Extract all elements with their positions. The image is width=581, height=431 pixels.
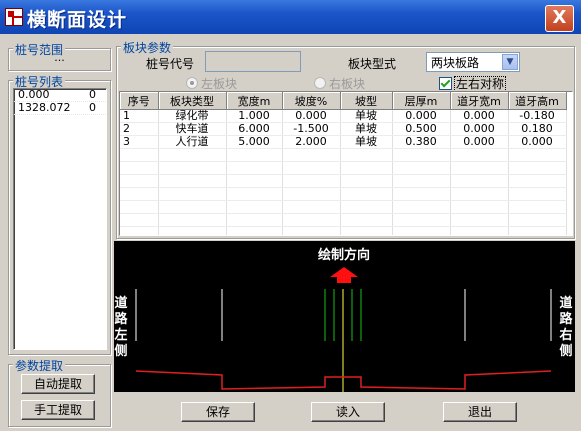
- table-row[interactable]: [120, 200, 567, 214]
- stake-code-label: 桩号代号: [146, 57, 195, 71]
- table-cell[interactable]: 5.000: [226, 135, 283, 149]
- stake-range-value: ...: [54, 51, 65, 64]
- table-row[interactable]: [120, 148, 567, 162]
- table-cell[interactable]: 2: [120, 122, 159, 136]
- table-row[interactable]: [120, 174, 567, 188]
- right-block-radio[interactable]: 右板块: [314, 75, 365, 92]
- table-cell[interactable]: 1.000: [226, 109, 283, 123]
- block-type-label: 板块型式: [348, 57, 397, 71]
- column-header[interactable]: 坡度%: [282, 92, 341, 110]
- right-side-char: 路: [559, 311, 573, 327]
- title-bar[interactable]: 横断面设计 X: [0, 0, 581, 34]
- block-type-value: 两块板路: [431, 56, 480, 70]
- left-side-char: 路: [114, 311, 128, 327]
- table-cell[interactable]: 6.000: [226, 122, 283, 136]
- app-icon: [5, 8, 23, 26]
- column-header[interactable]: 坡型: [340, 92, 393, 110]
- block-table-grid: 序号 板块类型 宽度m 坡度% 坡型 层厚m 道牙宽m 道牙高m 1 绿化带 1…: [120, 92, 567, 235]
- chevron-down-icon[interactable]: ▼: [502, 54, 518, 70]
- stake-value: 0: [89, 101, 96, 114]
- direction-label: 绘制方向: [318, 247, 370, 263]
- read-button[interactable]: 读入: [311, 402, 385, 422]
- left-side-char: 道: [114, 295, 127, 311]
- radio-dot-icon: [186, 77, 198, 89]
- column-header[interactable]: 板块类型: [158, 92, 227, 110]
- table-row[interactable]: [120, 213, 567, 227]
- table-cell[interactable]: 2.000: [282, 135, 341, 149]
- direction-arrow-icon: [330, 267, 358, 283]
- symmetric-label: 左右对称: [454, 76, 507, 92]
- table-cell[interactable]: 0.000: [282, 109, 341, 123]
- table-cell[interactable]: 单坡: [340, 135, 393, 149]
- window-title: 横断面设计: [27, 9, 128, 31]
- column-header[interactable]: 道牙高m: [508, 92, 567, 110]
- table-cell[interactable]: 0.380: [392, 135, 451, 149]
- column-header[interactable]: 道牙宽m: [450, 92, 509, 110]
- stake-value: 0: [89, 88, 96, 101]
- save-button[interactable]: 保存: [181, 402, 255, 422]
- table-header-row: 序号 板块类型 宽度m 坡度% 坡型 层厚m 道牙宽m 道牙高m: [120, 92, 567, 110]
- stake-list[interactable]: 0.000 0 1328.072 0: [13, 88, 107, 350]
- table-row[interactable]: 2 快车道 6.000 -1.500 单坡 0.500 0.000 0.180: [120, 122, 567, 136]
- exit-button[interactable]: 退出: [443, 402, 517, 422]
- table-cell[interactable]: 0.180: [508, 122, 567, 136]
- table-cell[interactable]: -1.500: [282, 122, 341, 136]
- table-row[interactable]: [120, 226, 567, 235]
- block-params-title: 板块参数: [121, 39, 174, 56]
- left-block-label: 左板块: [201, 77, 238, 91]
- radio-dot-icon: [314, 77, 326, 89]
- right-side-char: 道: [559, 295, 572, 311]
- stake-code-field[interactable]: [205, 51, 301, 72]
- left-side-char: 侧: [114, 343, 127, 359]
- table-cell[interactable]: 0.000: [450, 135, 509, 149]
- right-block-label: 右板块: [329, 77, 366, 91]
- table-row[interactable]: [120, 187, 567, 201]
- table-cell[interactable]: 0.000: [392, 109, 451, 123]
- table-cell[interactable]: 单坡: [340, 109, 393, 123]
- table-cell[interactable]: -0.180: [508, 109, 567, 123]
- table-cell[interactable]: 3: [120, 135, 159, 149]
- table-cell[interactable]: 0.000: [450, 122, 509, 136]
- checkmark-icon: [439, 77, 452, 90]
- table-cell[interactable]: 0.500: [392, 122, 451, 136]
- table-row[interactable]: [120, 161, 567, 175]
- table-cell[interactable]: 0.000: [508, 135, 567, 149]
- cross-section-drawing: 绘制方向 道 路 左 侧 道 路 右 侧: [114, 247, 573, 392]
- table-cell[interactable]: 绿化带: [158, 109, 227, 123]
- table-row[interactable]: 1 绿化带 1.000 0.000 单坡 0.000 0.000 -0.180: [120, 109, 567, 123]
- right-side-char: 右: [558, 327, 572, 343]
- column-header[interactable]: 序号: [120, 92, 159, 110]
- table-cell[interactable]: 快车道: [158, 122, 227, 136]
- close-button[interactable]: X: [545, 5, 574, 32]
- table-cell[interactable]: 1: [120, 109, 159, 123]
- bottom-button-bar: 保存 读入 退出: [118, 396, 571, 424]
- symmetric-checkbox[interactable]: 左右对称: [439, 75, 507, 92]
- table-cell[interactable]: 单坡: [340, 122, 393, 136]
- stake-station: 0.000: [18, 88, 50, 101]
- stake-station: 1328.072: [18, 101, 71, 114]
- cross-section-canvas[interactable]: 绘制方向 道 路 左 侧 道 路 右 侧: [114, 241, 575, 392]
- block-table[interactable]: 序号 板块类型 宽度m 坡度% 坡型 层厚m 道牙宽m 道牙高m 1 绿化带 1…: [119, 91, 573, 236]
- cross-section-design-window: 横断面设计 X 桩号范围 ... 桩号列表 0.000 0 1328.072 0…: [0, 0, 581, 431]
- column-header[interactable]: 宽度m: [226, 92, 283, 110]
- block-type-select[interactable]: 两块板路 ▼: [426, 52, 520, 72]
- extract-title: 参数提取: [13, 357, 66, 374]
- left-side-char: 左: [114, 327, 127, 343]
- right-side-char: 侧: [559, 343, 572, 359]
- list-item[interactable]: 1328.072 0: [14, 102, 106, 115]
- auto-extract-button[interactable]: 自动提取: [21, 374, 95, 394]
- manual-extract-button[interactable]: 手工提取: [21, 400, 95, 420]
- stake-range-group: 桩号范围 ...: [8, 41, 111, 71]
- table-cell[interactable]: 人行道: [158, 135, 227, 149]
- column-header[interactable]: 层厚m: [392, 92, 451, 110]
- table-cell[interactable]: 0.000: [450, 109, 509, 123]
- table-row[interactable]: 3 人行道 5.000 2.000 单坡 0.380 0.000 0.000: [120, 135, 567, 149]
- left-block-radio[interactable]: 左板块: [186, 75, 237, 92]
